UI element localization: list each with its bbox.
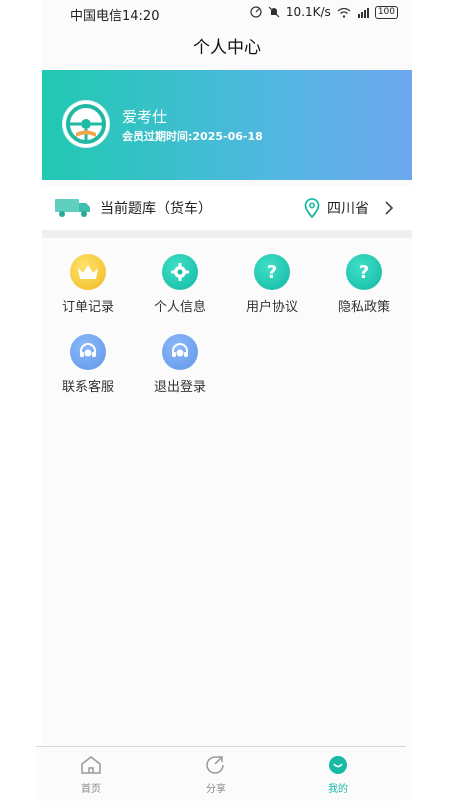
- tab-share[interactable]: 分享: [176, 755, 256, 795]
- menu-label: 隐私政策: [337, 300, 390, 315]
- menu-logout[interactable]: 退出登录: [134, 334, 226, 404]
- tab-home[interactable]: 首页: [51, 755, 131, 795]
- question-icon: ?: [346, 254, 382, 290]
- tab-profile[interactable]: 我的: [298, 755, 378, 795]
- home-icon: [81, 756, 101, 774]
- menu-label: 用户协议: [245, 300, 298, 315]
- status-bar: 中国电信14:20 10.1K/s 100: [42, 0, 412, 26]
- battery-icon: 100: [374, 5, 398, 19]
- membership-expire: 会员过期时间:2025-06-18: [122, 130, 263, 143]
- page-title: 个人中心: [193, 38, 261, 58]
- section-divider: [42, 230, 412, 238]
- menu-privacy-policy[interactable]: ? 隐私政策: [318, 254, 410, 324]
- menu-label: 个人信息: [153, 300, 206, 315]
- location-pin-icon: [304, 198, 320, 218]
- user-banner[interactable]: 爱考仕 会员过期时间:2025-06-18: [42, 70, 412, 180]
- share-icon: [206, 756, 224, 774]
- chevron-right-icon[interactable]: [384, 200, 394, 216]
- user-name: 爱考仕: [122, 108, 168, 126]
- bottom-tab-bar: 首页 分享 我的: [36, 746, 406, 801]
- mute-bell-icon: [268, 6, 280, 18]
- question-icon: ?: [254, 254, 290, 290]
- crown-icon: [70, 254, 106, 290]
- net-speed: 10.1K/s: [285, 5, 331, 19]
- tab-label: 分享: [206, 784, 226, 795]
- carrier-time: 中国电信14:20: [70, 9, 160, 24]
- headset-icon: [70, 334, 106, 370]
- truck-icon: [55, 199, 90, 217]
- menu-order-records[interactable]: 订单记录: [42, 254, 134, 324]
- menu-label: 联系客服: [61, 380, 114, 395]
- signal-icon: [357, 7, 369, 18]
- menu-user-agreement[interactable]: ? 用户协议: [226, 254, 318, 324]
- menu-label: 订单记录: [61, 300, 114, 315]
- headset-icon: [162, 334, 198, 370]
- phone-screen: 中国电信14:20 10.1K/s 100 个人中心 爱考仕 会员过期时间:20…: [36, 0, 412, 801]
- current-bank-label: 当前题库（货车）: [100, 201, 212, 217]
- menu-label: 退出登录: [153, 380, 206, 395]
- menu-contact-support[interactable]: 联系客服: [42, 334, 134, 404]
- avatar[interactable]: [62, 100, 110, 148]
- profile-icon: [329, 756, 347, 774]
- wifi-icon: [337, 7, 351, 18]
- steering-wheel-icon: [66, 104, 106, 144]
- question-bank-bar[interactable]: 当前题库（货车） 四川省: [42, 186, 412, 230]
- tab-label: 首页: [81, 784, 101, 795]
- gear-icon: [162, 254, 198, 290]
- province-label[interactable]: 四川省: [327, 198, 369, 218]
- tab-label: 我的: [328, 784, 348, 795]
- speed-icon: [250, 6, 262, 18]
- menu-personal-info[interactable]: 个人信息: [134, 254, 226, 324]
